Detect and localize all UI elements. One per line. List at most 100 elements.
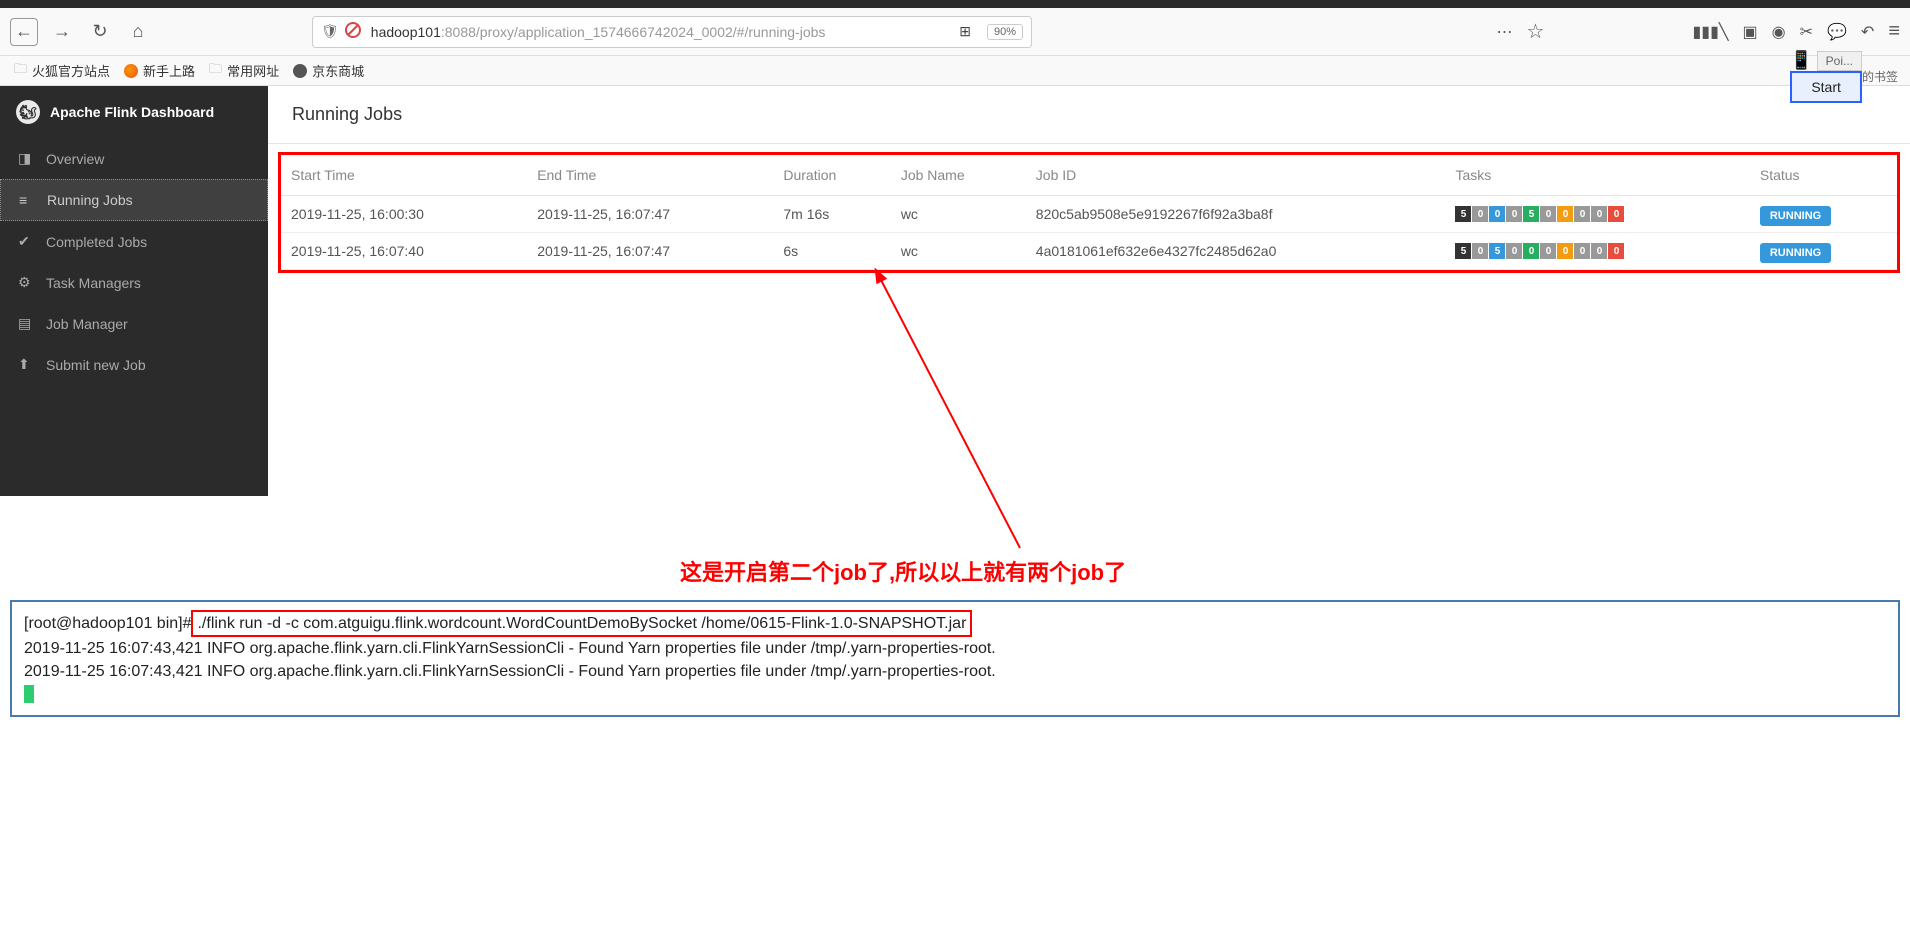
sidebar-header: 🐿 Apache Flink Dashboard [0, 86, 268, 138]
flink-logo-icon: 🐿 [16, 100, 40, 124]
table-row[interactable]: 2019-11-25, 16:00:30 2019-11-25, 16:07:4… [281, 196, 1897, 233]
firefox-icon [124, 64, 138, 78]
col-end[interactable]: End Time [527, 155, 773, 196]
terminal-command-highlight: ./flink run -d -c com.atguigu.flink.word… [191, 610, 972, 637]
server-icon: ▤ [18, 315, 34, 332]
back-button[interactable]: ← [10, 18, 38, 46]
col-duration[interactable]: Duration [773, 155, 890, 196]
sitemap-icon: ⚙ [18, 274, 34, 291]
sidebar-toggle-icon[interactable]: ▣ [1743, 22, 1758, 42]
toolbar-right: ⋯ ☆ ▮▮▮╲ ▣ ◉ ✂ 💬 ↶ ≡ [1497, 19, 1900, 44]
sidebar-item-label: Task Managers [46, 275, 141, 291]
task-count-box: 0 [1540, 206, 1556, 222]
bookmark-common-sites[interactable]: 🗀 常用网址 [209, 60, 279, 82]
task-count-box: 5 [1489, 243, 1505, 259]
sidebar-item-completed-jobs[interactable]: ✔ Completed Jobs [0, 221, 268, 262]
qr-icon[interactable]: ⊞ [959, 23, 971, 40]
content-area: 🐿 Apache Flink Dashboard ◨ Overview ≡ Ru… [0, 86, 1910, 496]
terminal-output-line: 2019-11-25 16:07:43,421 INFO org.apache.… [24, 660, 1886, 683]
folder-icon: 🗀 [14, 60, 27, 82]
library-icon[interactable]: ▮▮▮╲ [1692, 22, 1728, 42]
task-count-box: 0 [1506, 206, 1522, 222]
table-header-row: Start Time End Time Duration Job Name Jo… [281, 155, 1897, 196]
cell-jobid: 820c5ab9508e5e9192267f6f92a3ba8f [1026, 196, 1446, 233]
sidebar-item-job-manager[interactable]: ▤ Job Manager [0, 303, 268, 344]
main-panel: Running Jobs Start Time End Time Duratio… [268, 86, 1910, 496]
col-tasks[interactable]: Tasks [1445, 155, 1749, 196]
sidebar-item-task-managers[interactable]: ⚙ Task Managers [0, 262, 268, 303]
status-badge: RUNNING [1760, 206, 1831, 226]
url-bar[interactable]: 🛡 hadoop101:8088/proxy/application_15746… [312, 16, 1032, 48]
bookmark-jd[interactable]: 京东商城 [293, 61, 364, 80]
zoom-indicator[interactable]: 90% [987, 24, 1023, 40]
menu-icon[interactable]: ≡ [1888, 20, 1900, 43]
terminal[interactable]: [root@hadoop101 bin]# ./flink run -d -c … [10, 600, 1900, 717]
task-count-box: 5 [1523, 206, 1539, 222]
task-count-box: 0 [1574, 243, 1590, 259]
start-popup: 📱 Poi... Start [1790, 50, 1862, 103]
task-count-box: 0 [1557, 206, 1573, 222]
folder-icon: 🗀 [209, 60, 222, 82]
page-title: Running Jobs [268, 86, 1910, 143]
undo-icon[interactable]: ↶ [1861, 22, 1874, 42]
home-button[interactable]: ⌂ [124, 18, 152, 46]
task-count-box: 0 [1506, 243, 1522, 259]
job-table: Start Time End Time Duration Job Name Jo… [281, 155, 1897, 270]
col-jobname[interactable]: Job Name [891, 155, 1026, 196]
shield-icon: 🛡 [321, 23, 339, 40]
bookmarks-bar: 🗀 火狐官方站点 新手上路 🗀 常用网址 京东商城 [0, 56, 1910, 86]
sidebar-item-submit-job[interactable]: ⬆ Submit new Job [0, 344, 268, 385]
sidebar-item-running-jobs[interactable]: ≡ Running Jobs [0, 179, 268, 221]
upload-icon: ⬆ [18, 356, 34, 373]
annotation-text: 这是开启第二个job了,所以以上就有两个job了 [680, 555, 1126, 587]
col-status[interactable]: Status [1750, 155, 1897, 196]
task-count-box: 5 [1455, 206, 1471, 222]
cell-jobname: wc [891, 233, 1026, 270]
sidebar-item-overview[interactable]: ◨ Overview [0, 138, 268, 179]
col-start[interactable]: Start Time [281, 155, 527, 196]
chat-icon[interactable]: 💬 [1827, 22, 1847, 42]
reload-button[interactable]: ↻ [86, 18, 114, 46]
cell-status: RUNNING [1750, 233, 1897, 270]
cell-status: RUNNING [1750, 196, 1897, 233]
table-row[interactable]: 2019-11-25, 16:07:40 2019-11-25, 16:07:4… [281, 233, 1897, 270]
bookmark-label: 常用网址 [227, 61, 279, 80]
cell-start: 2019-11-25, 16:00:30 [281, 196, 527, 233]
col-jobid[interactable]: Job ID [1026, 155, 1446, 196]
task-count-box: 0 [1540, 243, 1556, 259]
task-count-box: 0 [1472, 206, 1488, 222]
noscript-icon [345, 22, 361, 41]
start-button[interactable]: Start [1790, 71, 1862, 103]
task-count-box: 0 [1557, 243, 1573, 259]
sidebar-item-label: Job Manager [46, 316, 128, 332]
job-table-highlight: Start Time End Time Duration Job Name Jo… [278, 152, 1900, 273]
account-icon[interactable]: ◉ [1772, 22, 1786, 42]
url-text: hadoop101:8088/proxy/application_1574666… [371, 24, 959, 40]
cell-tasks: 5050000000 [1445, 233, 1749, 270]
bookmark-star-icon[interactable]: ☆ [1527, 19, 1545, 44]
task-count-box: 0 [1608, 206, 1624, 222]
screenshot-icon[interactable]: ✂ [1800, 22, 1813, 42]
task-count-box: 0 [1489, 206, 1505, 222]
jd-icon [293, 64, 307, 78]
cell-duration: 7m 16s [773, 196, 890, 233]
top-dark-bar [0, 0, 1910, 8]
task-count-box: 5 [1455, 243, 1471, 259]
browser-toolbar: ← → ↻ ⌂ 🛡 hadoop101:8088/proxy/applicati… [0, 8, 1910, 56]
bookmark-firefox-official[interactable]: 🗀 火狐官方站点 [14, 60, 110, 82]
sidebar-item-label: Overview [46, 151, 104, 167]
check-icon: ✔ [18, 233, 34, 250]
cell-end: 2019-11-25, 16:07:47 [527, 196, 773, 233]
bookmark-newbie[interactable]: 新手上路 [124, 61, 195, 80]
status-badge: RUNNING [1760, 243, 1831, 263]
task-count-box: 0 [1523, 243, 1539, 259]
terminal-prompt: [root@hadoop101 bin]# [24, 615, 191, 632]
divider [268, 143, 1910, 144]
forward-button[interactable]: → [48, 18, 76, 46]
task-count-box: 0 [1472, 243, 1488, 259]
more-icon[interactable]: ⋯ [1497, 22, 1513, 42]
task-count-box: 0 [1574, 206, 1590, 222]
cell-end: 2019-11-25, 16:07:47 [527, 233, 773, 270]
sidebar: 🐿 Apache Flink Dashboard ◨ Overview ≡ Ru… [0, 86, 268, 496]
cell-jobname: wc [891, 196, 1026, 233]
